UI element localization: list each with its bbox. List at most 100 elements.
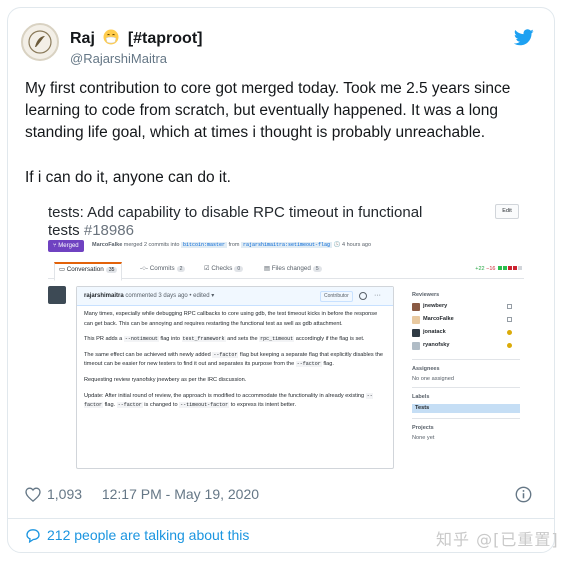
tab-files-count: 5 — [312, 266, 322, 272]
more-options-icon[interactable]: ··· — [374, 287, 381, 305]
avatar[interactable] — [21, 23, 59, 61]
diffstat: +22 −16 — [475, 266, 522, 272]
comment-meta[interactable]: commented 3 days ago • edited ▾ — [125, 293, 214, 299]
reviewer-item[interactable]: jonatack — [412, 328, 520, 341]
reviewer-avatar — [412, 342, 420, 350]
conversation-link[interactable]: 212 people are talking about this — [25, 527, 249, 544]
comment-paragraph: Requesting review ryanofsky jnewbery as … — [84, 376, 247, 383]
inline-code: --notimeout — [123, 336, 159, 343]
merge-text: merged 2 commits into — [123, 242, 180, 248]
text: flag into — [160, 336, 180, 343]
merged-status: Merged — [58, 243, 79, 249]
edit-button[interactable]: Edit — [495, 204, 519, 219]
tab-commits-count: 2 — [176, 266, 186, 272]
heart-icon[interactable] — [25, 487, 41, 502]
text: This PR adds a — [84, 336, 123, 343]
comment-paragraph: This PR adds a --notimeout flag into tes… — [84, 335, 386, 345]
inline-code: test_framework — [181, 336, 226, 343]
reviewer-name: MarcoFalke — [423, 316, 454, 322]
deletions-count: −16 — [486, 266, 496, 272]
tab-checks[interactable]: ☑ Checks 0 — [204, 265, 244, 272]
pr-number: #18986 — [83, 222, 134, 239]
pr-screenshot[interactable]: tests: Add capability to disable RPC tim… — [40, 196, 524, 472]
diff-bar-del — [513, 266, 517, 270]
pr-description-comment: rajarshimaitra commented 3 days ago • ed… — [76, 286, 394, 469]
base-branch: bitcoin:master — [180, 242, 227, 248]
merge-meta: MarcoFalke merged 2 commits into bitcoin… — [92, 242, 371, 248]
tab-commits-label: Commits — [149, 265, 175, 272]
merger-name: MarcoFalke — [92, 242, 123, 248]
divider — [412, 359, 520, 360]
text: flag. — [104, 402, 116, 409]
projects-value: None yet — [412, 435, 435, 441]
display-name-text: Raj — [70, 30, 95, 47]
divider — [412, 418, 520, 419]
text: and sets the — [227, 336, 258, 343]
mask-face-emoji-icon — [103, 29, 119, 45]
reviewer-item[interactable]: jnewbery — [412, 302, 520, 315]
from-text: from — [228, 242, 240, 248]
text: accordingly if the flag is set. — [295, 336, 365, 343]
diff-bar-add — [503, 266, 507, 270]
add-reaction-icon[interactable] — [359, 292, 367, 300]
inline-code: --factor — [295, 361, 322, 368]
merge-age: 4 hours ago — [341, 242, 372, 248]
diff-bar-add — [498, 266, 502, 270]
display-name[interactable]: Raj [#taproot] — [70, 29, 202, 48]
comment-header: rajarshimaitra commented 3 days ago • ed… — [77, 287, 393, 306]
twitter-bird-icon[interactable] — [514, 29, 534, 46]
tab-conversation-count: 35 — [105, 267, 118, 273]
text: Update: After initial round of review, t… — [84, 392, 365, 399]
label-tests[interactable]: Tests — [412, 404, 520, 413]
info-icon[interactable] — [515, 486, 532, 503]
tab-files-changed[interactable]: ▤ Files changed 5 — [264, 265, 322, 272]
tab-commits[interactable]: -○- Commits 2 — [140, 265, 186, 272]
additions-count: +22 — [475, 266, 485, 272]
reviewers-heading[interactable]: Reviewers — [412, 292, 520, 298]
reviewer-name: jnewbery — [423, 303, 448, 309]
comment-body: Many times, especially while debugging R… — [77, 306, 393, 421]
assignees-heading[interactable]: Assignees — [412, 366, 520, 372]
text: The same effect can be achieved with new… — [84, 351, 211, 358]
comment-paragraph: Update: After initial round of review, t… — [84, 392, 386, 411]
merge-icon: ⑂ — [53, 243, 57, 249]
inline-code: --timeout-factor — [179, 402, 230, 409]
tab-conversation[interactable]: ▭ Conversation 35 — [54, 262, 123, 281]
name-suffix: [#taproot] — [127, 30, 203, 47]
commenter-avatar[interactable] — [48, 286, 66, 304]
tweet-timestamp[interactable]: 12:17 PM - May 19, 2020 — [102, 486, 259, 502]
merged-badge: ⑂ Merged — [48, 240, 84, 252]
like-count[interactable]: 1,093 — [47, 486, 82, 502]
labels-heading[interactable]: Labels — [412, 394, 520, 400]
assignees-value: No one assigned — [412, 376, 454, 382]
avatar-logo-icon — [28, 30, 52, 54]
tweet-text-paragraph-2: If i can do it, anyone can do it. — [25, 169, 231, 186]
conversation-icon: ▭ — [59, 266, 65, 273]
handle[interactable]: @RajarshiMaitra — [70, 51, 167, 66]
inline-code: --factor — [116, 402, 143, 409]
pr-title: tests: Add capability to disable RPC tim… — [48, 204, 443, 240]
reviewer-avatar — [412, 316, 420, 324]
projects-heading[interactable]: Projects — [412, 425, 520, 431]
reviewer-avatar — [412, 329, 420, 337]
tab-conversation-label: Conversation — [66, 266, 104, 273]
comment-status-icon — [507, 304, 512, 309]
reviewer-name: jonatack — [423, 329, 446, 335]
reviewer-avatar — [412, 303, 420, 311]
reviewer-item[interactable]: ryanofsky — [412, 341, 520, 354]
tweet-stats: 1,093 12:17 PM - May 19, 2020 — [25, 486, 259, 502]
comment-paragraph: Many times, especially while debugging R… — [84, 311, 378, 327]
zhihu-watermark: 知乎 @[已重置] — [436, 530, 559, 549]
tab-files-label: Files changed — [271, 265, 311, 272]
footer-divider — [8, 518, 554, 519]
comment-author[interactable]: rajarshimaitra — [84, 293, 124, 299]
tweet-text-paragraph-1: My first contribution to core got merged… — [25, 80, 511, 141]
comment-paragraph: The same effect can be achieved with new… — [84, 351, 386, 370]
divider — [412, 387, 520, 388]
reviewer-item[interactable]: MarcoFalke — [412, 315, 520, 328]
contributor-badge: Contributor — [320, 291, 353, 302]
pr-sidebar: Reviewers jnewbery MarcoFalke jonatack r… — [412, 292, 520, 441]
inline-code: --factor — [212, 351, 239, 358]
head-branch: rajarshimaitra:setimeout-flag — [241, 242, 333, 248]
pending-status-icon — [507, 343, 512, 348]
